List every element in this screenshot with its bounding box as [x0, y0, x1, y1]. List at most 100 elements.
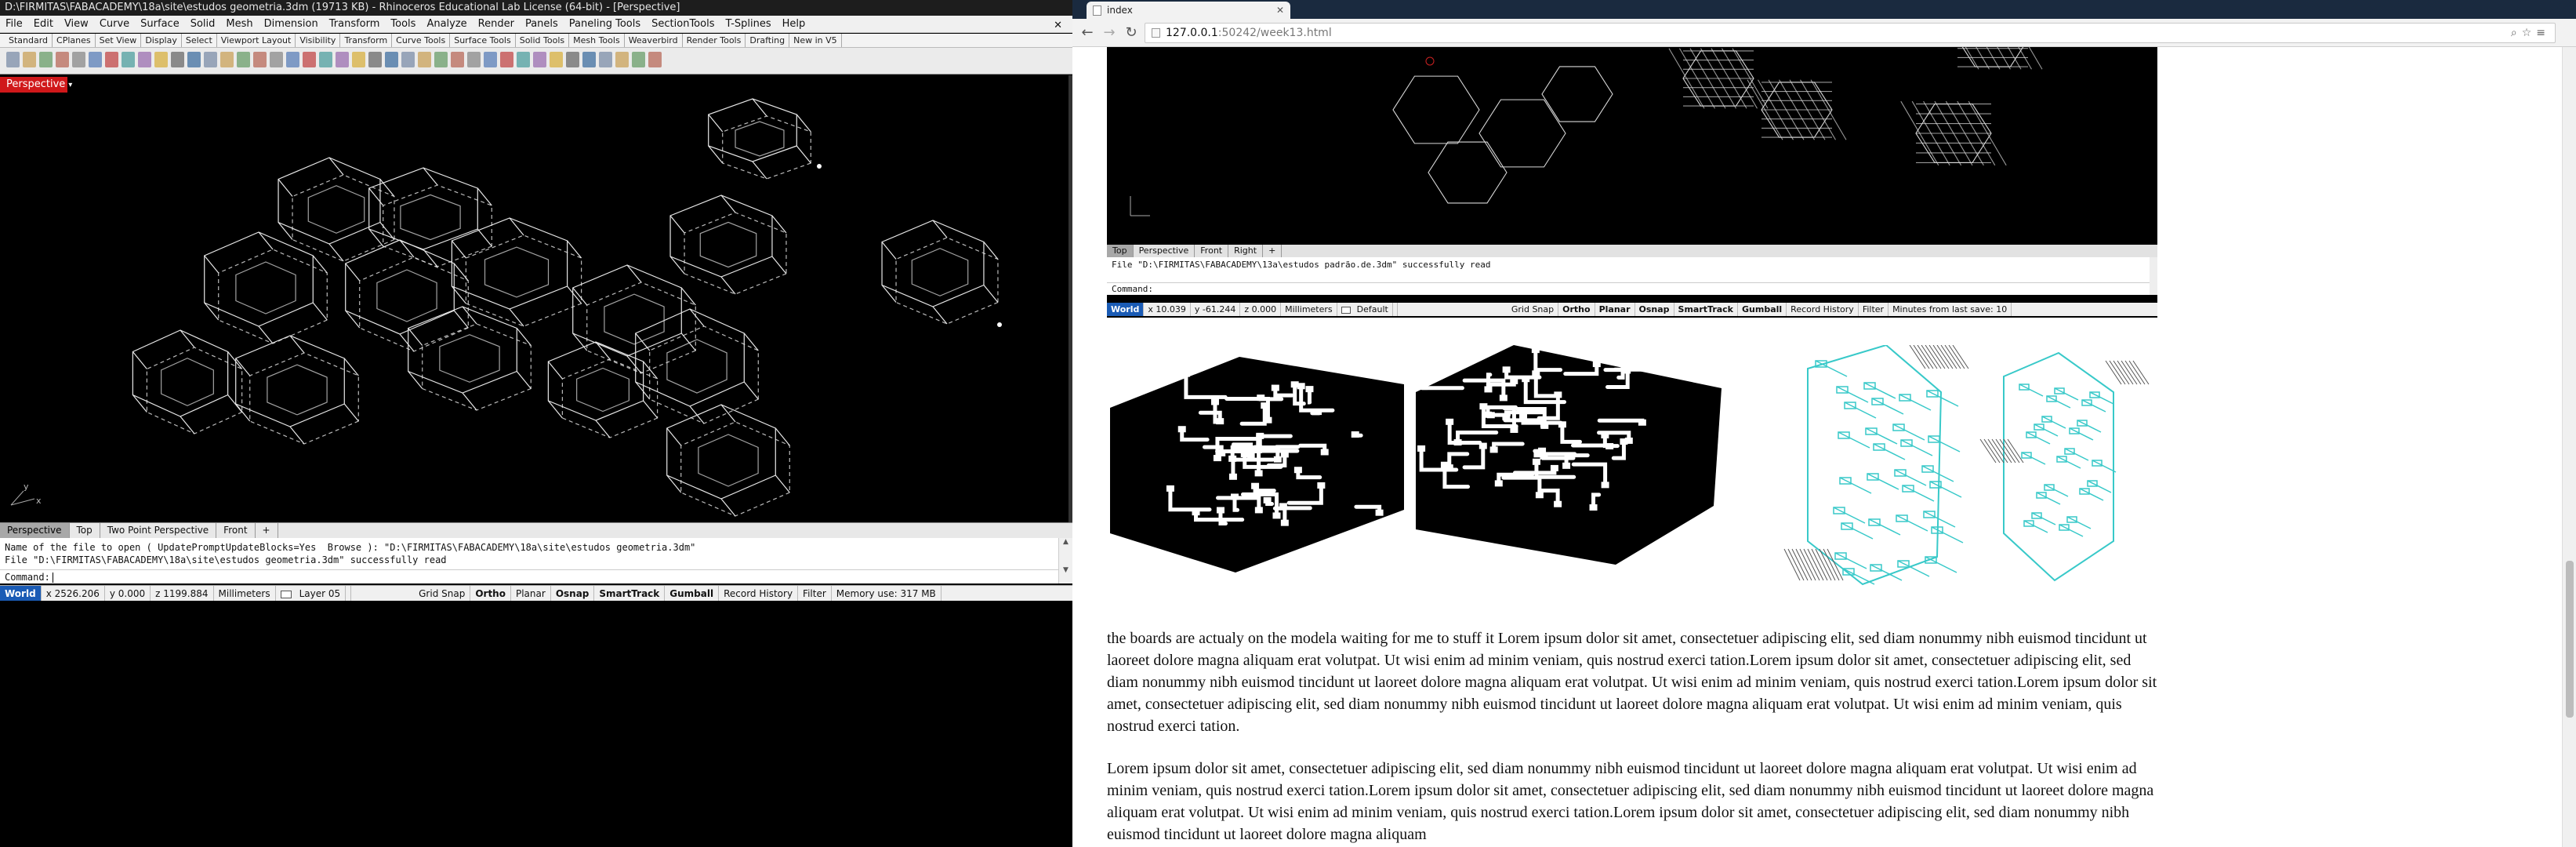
menu-file[interactable]: File — [0, 16, 28, 32]
tool-icon[interactable] — [467, 52, 481, 67]
toolbar-tab-surface-tools[interactable]: Surface Tools — [450, 34, 516, 47]
toolbar-tab-curve-tools[interactable]: Curve Tools — [392, 34, 451, 47]
tool-icon[interactable] — [72, 52, 85, 67]
toolbar-tab-display[interactable]: Display — [141, 34, 182, 47]
tool-icon[interactable] — [500, 52, 513, 67]
tool-icon[interactable] — [615, 52, 629, 67]
tab-index[interactable]: index ✕ — [1087, 2, 1290, 19]
viewport-label[interactable]: Perspective ▾ — [0, 77, 72, 93]
tab-front[interactable]: Front — [216, 523, 256, 538]
tool-icon[interactable] — [187, 52, 201, 67]
tool-icon[interactable] — [23, 52, 36, 67]
menu-section-tools[interactable]: SectionTools — [646, 16, 720, 32]
toolbar-tab-solid-tools[interactable]: Solid Tools — [516, 34, 570, 47]
toolbar-tab-new-in-v5[interactable]: New in V5 — [789, 34, 842, 47]
tool-icon[interactable] — [352, 52, 365, 67]
zoom-icon[interactable]: ⌕ — [2511, 27, 2522, 39]
back-arrow-icon[interactable]: ← — [1079, 24, 1096, 42]
tool-icon[interactable] — [6, 52, 20, 67]
toolbar-tab-visibility[interactable]: Visibility — [296, 34, 341, 47]
menu-view[interactable]: View — [59, 16, 94, 32]
tool-icon[interactable] — [154, 52, 168, 67]
tool-icon[interactable] — [451, 52, 464, 67]
toolbar-tab-weaverbird[interactable]: Weaverbird — [625, 34, 683, 47]
tool-icon[interactable] — [533, 52, 546, 67]
tool-icon[interactable] — [632, 52, 645, 67]
tool-icon[interactable] — [270, 52, 283, 67]
menu-paneling-tools[interactable]: Paneling Tools — [564, 16, 646, 32]
command-input[interactable]: Command: — [0, 569, 1058, 583]
toolbar-tab-transform[interactable]: Transform — [340, 34, 393, 47]
menu-t-splines[interactable]: T-Splines — [720, 16, 776, 32]
tool-icon[interactable] — [434, 52, 448, 67]
address-bar[interactable]: 127.0.0.1:50242/week13.html ⌕☆≡ — [1145, 23, 2556, 43]
tool-icon[interactable] — [418, 52, 431, 67]
ortho-toggle[interactable]: Ortho — [470, 586, 511, 601]
units[interactable]: Millimeters — [214, 586, 276, 601]
tab-perspective[interactable]: Perspective — [0, 523, 70, 538]
tool-icon[interactable] — [582, 52, 596, 67]
layer[interactable]: Layer 05 — [276, 586, 352, 601]
gumball-toggle[interactable]: Gumball — [665, 586, 720, 601]
toolbar-tab-standard[interactable]: Standard — [5, 34, 53, 47]
tool-icon[interactable] — [550, 52, 563, 67]
filter-toggle[interactable]: Filter — [798, 586, 832, 601]
tool-icon[interactable] — [122, 52, 135, 67]
tool-icon[interactable] — [220, 52, 234, 67]
tool-icon[interactable] — [566, 52, 579, 67]
grid-snap-toggle[interactable]: Grid Snap — [414, 586, 471, 601]
tool-icon[interactable] — [401, 52, 415, 67]
star-icon[interactable]: ☆ — [2522, 27, 2537, 39]
tab-two-point-perspective[interactable]: Two Point Perspective — [100, 523, 217, 538]
tool-icon[interactable] — [56, 52, 69, 67]
reload-icon[interactable]: ↻ — [1123, 24, 1140, 42]
menu-panels[interactable]: Panels — [520, 16, 564, 32]
menu-help[interactable]: Help — [777, 16, 811, 32]
menu-tools[interactable]: Tools — [385, 16, 421, 32]
tool-icon[interactable] — [237, 52, 250, 67]
tool-icon[interactable] — [138, 52, 151, 67]
chevron-down-icon[interactable]: ▾ — [68, 81, 72, 89]
menu-edit[interactable]: Edit — [28, 16, 59, 32]
menu-curve[interactable]: Curve — [94, 16, 135, 32]
smarttrack-toggle[interactable]: SmartTrack — [594, 586, 666, 601]
cplane-world[interactable]: World — [0, 586, 42, 601]
tool-icon[interactable] — [599, 52, 612, 67]
tool-icon[interactable] — [368, 52, 382, 67]
menu-analyze[interactable]: Analyze — [421, 16, 472, 32]
tool-icon[interactable] — [105, 52, 118, 67]
osnap-toggle[interactable]: Osnap — [551, 586, 595, 601]
tool-icon[interactable] — [286, 52, 299, 67]
toolbar-tab-render-tools[interactable]: Render Tools — [683, 34, 746, 47]
tool-icon[interactable] — [171, 52, 184, 67]
tool-icon[interactable] — [385, 52, 398, 67]
page-scrollbar[interactable] — [2562, 47, 2576, 847]
forward-arrow-icon[interactable]: → — [1101, 24, 1118, 42]
tab-top[interactable]: Top — [70, 523, 100, 538]
perspective-viewport[interactable]: xy — [0, 75, 1068, 522]
tool-icon[interactable] — [336, 52, 349, 67]
toolbar-tab-cplanes[interactable]: CPlanes — [53, 34, 96, 47]
close-icon[interactable]: ✕ — [1048, 17, 1068, 32]
toolbar-tab-set-view[interactable]: Set View — [96, 34, 142, 47]
tool-icon[interactable] — [303, 52, 316, 67]
tool-icon[interactable] — [517, 52, 530, 67]
menu-dimension[interactable]: Dimension — [259, 16, 324, 32]
menu-render[interactable]: Render — [473, 16, 520, 32]
tool-icon[interactable] — [89, 52, 102, 67]
tool-icon[interactable] — [319, 52, 332, 67]
command-scrollbar[interactable]: ▲ ▼ — [1058, 538, 1072, 583]
toolbar-tab-viewport-layout[interactable]: Viewport Layout — [217, 34, 296, 47]
tool-icon[interactable] — [484, 52, 497, 67]
menu-transform[interactable]: Transform — [324, 16, 386, 32]
menu-mesh[interactable]: Mesh — [220, 16, 258, 32]
scrollbar-thumb[interactable] — [2566, 561, 2574, 718]
menu-icon[interactable]: ≡ — [2536, 27, 2550, 39]
toolbar-tab-select[interactable]: Select — [182, 34, 217, 47]
tool-icon[interactable] — [648, 52, 662, 67]
toolbar-tab-drafting[interactable]: Drafting — [746, 34, 790, 47]
record-history-toggle[interactable]: Record History — [719, 586, 799, 601]
menu-solid[interactable]: Solid — [185, 16, 221, 32]
add-viewport-icon[interactable]: + — [256, 523, 278, 538]
tool-icon[interactable] — [204, 52, 217, 67]
